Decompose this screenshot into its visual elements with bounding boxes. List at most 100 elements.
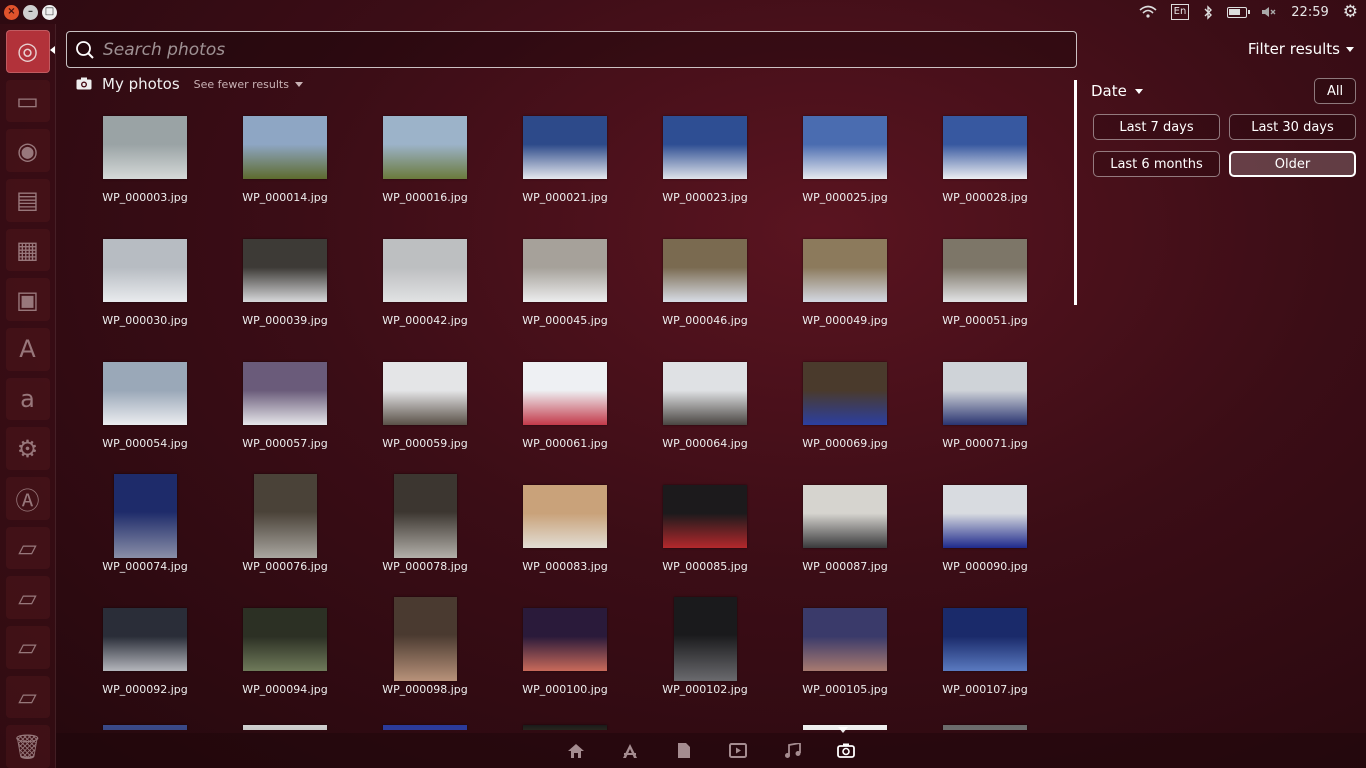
filter-all-button[interactable]: All xyxy=(1314,78,1356,104)
photo-tile[interactable]: WP_000102.jpg xyxy=(655,596,755,706)
photo-thumbnail[interactable] xyxy=(523,484,607,548)
photo-thumbnail[interactable] xyxy=(803,484,887,548)
photo-tile[interactable]: WP_000098.jpg xyxy=(375,596,475,706)
photo-thumbnail[interactable] xyxy=(943,115,1027,179)
photo-thumbnail[interactable] xyxy=(383,115,467,179)
photo-tile[interactable]: WP_000085.jpg xyxy=(655,473,755,583)
filter-last-6-months-button[interactable]: Last 6 months xyxy=(1093,151,1220,177)
photo-tile[interactable]: WP_000087.jpg xyxy=(795,473,895,583)
photo-thumbnail[interactable] xyxy=(943,361,1027,425)
launcher-item-drive-1[interactable]: ▱ xyxy=(5,526,50,570)
files-lens-icon[interactable] xyxy=(674,741,694,761)
photo-tile[interactable]: WP_000105.jpg xyxy=(795,596,895,706)
photo-tile[interactable]: WP_000045.jpg xyxy=(515,227,615,337)
photo-tile[interactable]: WP_000078.jpg xyxy=(375,473,475,583)
photo-thumbnail[interactable] xyxy=(803,115,887,179)
launcher-item-drive-3[interactable]: ▱ xyxy=(5,626,50,669)
photo-thumbnail[interactable] xyxy=(943,238,1027,302)
launcher-item-files[interactable]: ▭ xyxy=(5,79,50,123)
photo-tile[interactable]: WP_000090.jpg xyxy=(935,473,1035,583)
photo-thumbnail[interactable] xyxy=(103,361,187,425)
photo-thumbnail[interactable] xyxy=(523,361,607,425)
photo-tile[interactable]: WP_000064.jpg xyxy=(655,350,755,460)
filter-last-7-days-button[interactable]: Last 7 days xyxy=(1093,114,1220,140)
photo-tile[interactable]: WP_000100.jpg xyxy=(515,596,615,706)
photo-thumbnail[interactable] xyxy=(393,597,457,681)
photo-thumbnail[interactable] xyxy=(663,361,747,425)
photo-tile[interactable]: WP_000028.jpg xyxy=(935,104,1035,214)
photo-thumbnail[interactable] xyxy=(523,238,607,302)
photo-tile[interactable]: WP_000042.jpg xyxy=(375,227,475,337)
photo-tile[interactable]: WP_000107.jpg xyxy=(935,596,1035,706)
wifi-icon[interactable] xyxy=(1139,5,1157,19)
launcher-item-libreoffice-impress[interactable]: ▣ xyxy=(5,278,50,322)
launcher-item-amazon[interactable]: a xyxy=(5,377,50,421)
photo-tile[interactable]: WP_000046.jpg xyxy=(655,227,755,337)
photo-tile[interactable]: WP_000021.jpg xyxy=(515,104,615,214)
photo-tile[interactable]: WP_000030.jpg xyxy=(95,227,195,337)
photo-tile[interactable]: WP_000016.jpg xyxy=(375,104,475,214)
filter-older-button[interactable]: Older xyxy=(1229,151,1356,177)
photo-tile[interactable]: WP_000039.jpg xyxy=(235,227,335,337)
maximize-button[interactable]: □ xyxy=(42,4,57,20)
launcher-item-software-updater[interactable]: Ⓐ xyxy=(5,477,50,520)
bluetooth-icon[interactable] xyxy=(1203,4,1213,20)
photo-thumbnail[interactable] xyxy=(103,238,187,302)
video-lens-icon[interactable] xyxy=(728,741,748,761)
photo-thumbnail[interactable] xyxy=(383,361,467,425)
photo-tile[interactable]: WP_000092.jpg xyxy=(95,596,195,706)
photo-thumbnail[interactable] xyxy=(383,238,467,302)
photo-thumbnail[interactable] xyxy=(803,607,887,671)
photo-thumbnail[interactable] xyxy=(523,725,607,730)
photo-tile[interactable]: WP_000014.jpg xyxy=(235,104,335,214)
photo-tile[interactable]: WP_000083.jpg xyxy=(515,473,615,583)
photo-thumbnail[interactable] xyxy=(243,607,327,671)
music-lens-icon[interactable] xyxy=(782,741,802,761)
applications-lens-icon[interactable] xyxy=(620,741,640,761)
photo-thumbnail[interactable] xyxy=(253,474,317,558)
see-fewer-results-button[interactable]: See fewer results xyxy=(194,78,303,91)
clock[interactable]: 22:59 xyxy=(1291,5,1328,20)
photo-tile[interactable]: WP_000023.jpg xyxy=(655,104,755,214)
date-filter-header[interactable]: Date xyxy=(1091,82,1143,100)
photo-tile[interactable]: WP_000076.jpg xyxy=(235,473,335,583)
photo-thumbnail[interactable] xyxy=(673,597,737,681)
photo-thumbnail[interactable] xyxy=(663,115,747,179)
photo-thumbnail[interactable] xyxy=(243,238,327,302)
photo-thumbnail[interactable] xyxy=(523,607,607,671)
launcher-item-dash-home[interactable]: ◎ xyxy=(5,30,50,73)
photo-tile[interactable]: WP_000071.jpg xyxy=(935,350,1035,460)
photos-lens-icon[interactable] xyxy=(836,741,856,761)
photo-thumbnail[interactable] xyxy=(943,607,1027,671)
photo-thumbnail[interactable] xyxy=(243,361,327,425)
volume-muted-icon[interactable] xyxy=(1261,5,1277,19)
photo-thumbnail[interactable] xyxy=(103,115,187,179)
launcher-item-libreoffice-writer[interactable]: ▤ xyxy=(5,179,50,222)
photo-thumbnail[interactable] xyxy=(243,725,327,730)
photo-thumbnail[interactable] xyxy=(103,725,187,730)
photo-thumbnail[interactable] xyxy=(383,725,467,730)
photo-tile[interactable]: WP_000059.jpg xyxy=(375,350,475,460)
keyboard-layout-icon[interactable]: En xyxy=(1170,4,1190,20)
filter-last-30-days-button[interactable]: Last 30 days xyxy=(1229,114,1356,140)
photo-tile[interactable]: WP_000025.jpg xyxy=(795,104,895,214)
home-lens-icon[interactable] xyxy=(566,741,586,761)
photo-tile[interactable]: WP_000061.jpg xyxy=(515,350,615,460)
photo-tile[interactable]: WP_000074.jpg xyxy=(95,473,195,583)
photo-thumbnail[interactable] xyxy=(523,115,607,179)
photo-thumbnail[interactable] xyxy=(103,607,187,671)
launcher-item-drive-4[interactable]: ▱ xyxy=(5,675,50,719)
photo-tile[interactable]: WP_000003.jpg xyxy=(95,104,195,214)
photo-thumbnail[interactable] xyxy=(393,474,457,558)
photo-thumbnail[interactable] xyxy=(113,474,177,558)
launcher-item-system-settings[interactable]: ⚙ xyxy=(5,427,50,471)
photo-tile[interactable]: WP_000054.jpg xyxy=(95,350,195,460)
minimize-button[interactable]: – xyxy=(23,4,38,20)
photo-thumbnail[interactable] xyxy=(243,115,327,179)
launcher-item-trash[interactable]: 🗑 xyxy=(5,725,50,768)
photo-thumbnail[interactable] xyxy=(803,361,887,425)
photo-tile[interactable]: WP_000094.jpg xyxy=(235,596,335,706)
photo-tile[interactable]: WP_000069.jpg xyxy=(795,350,895,460)
launcher-item-firefox[interactable]: ◉ xyxy=(5,129,50,173)
photo-thumbnail[interactable] xyxy=(943,725,1027,730)
